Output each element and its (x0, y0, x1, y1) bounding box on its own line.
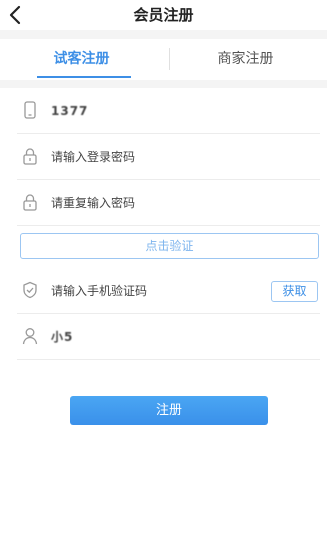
header-bar: 会员注册 (0, 0, 327, 30)
section-gap (0, 80, 327, 88)
tab-bar: 试客注册 商家注册 (0, 39, 327, 80)
page-title: 会员注册 (133, 6, 194, 24)
username-field[interactable]: 小5 (17, 314, 320, 360)
username-value: 小5 (51, 330, 74, 344)
get-code-button[interactable]: 获取 (271, 281, 318, 302)
phone-icon (24, 101, 36, 119)
lock-icon (23, 148, 37, 165)
lock-icon (23, 194, 37, 211)
sms-code-placeholder: 请输入手机验证码 (51, 284, 148, 298)
phone-value: 1377 (51, 104, 89, 118)
section-gap (0, 30, 327, 39)
active-tab-indicator (37, 76, 131, 78)
phone-field[interactable]: 1377 (17, 88, 320, 134)
click-verify-button[interactable]: 点击验证 (20, 233, 319, 259)
tab-merchant-register[interactable]: 商家注册 (164, 39, 327, 80)
user-icon (22, 328, 38, 345)
sms-code-field[interactable]: 请输入手机验证码 获取 (17, 268, 320, 314)
password-confirm-field[interactable]: 请重复输入密码 (17, 180, 320, 226)
tab-guest-register[interactable]: 试客注册 (0, 39, 163, 80)
password-confirm-placeholder: 请重复输入密码 (51, 196, 136, 210)
shield-check-icon (23, 281, 37, 299)
register-button[interactable]: 注册 (70, 396, 268, 425)
password-field[interactable]: 请输入登录密码 (17, 134, 320, 180)
password-placeholder: 请输入登录密码 (51, 150, 136, 164)
